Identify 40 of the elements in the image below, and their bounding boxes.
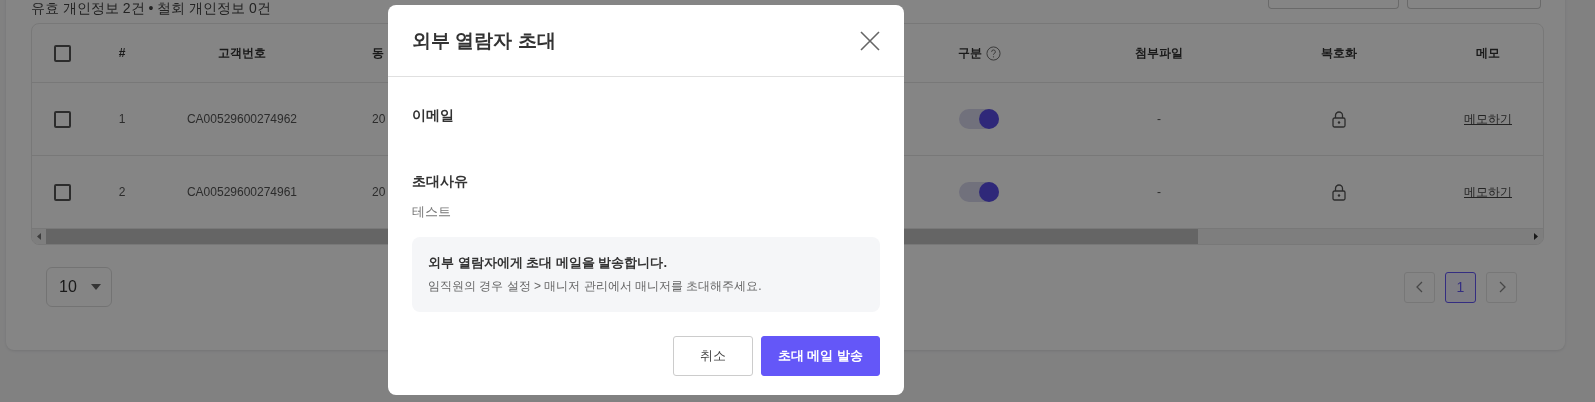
customer-number: CA00529600274962	[186, 112, 298, 126]
notice-title: 외부 열람자에게 초대 메일을 발송합니다.	[428, 254, 669, 272]
memo-link[interactable]: 메모하기	[1464, 110, 1512, 128]
page-size-select[interactable]: 10	[46, 267, 112, 307]
summary-text: 유효 개인정보 2건 • 철회 개인정보 0건	[31, 0, 271, 16]
field-label: 초대사유	[412, 173, 469, 191]
column-header: 메모	[1476, 44, 1500, 62]
lock-icon[interactable]	[1332, 183, 1346, 201]
dialog-title: 외부 열람자 초대	[412, 28, 556, 53]
table-cell: -	[1157, 112, 1161, 126]
cancel-button[interactable]: 취소	[672, 336, 753, 376]
field-value: 테스트	[412, 203, 452, 221]
table-cell: -	[1157, 185, 1161, 199]
field-label: 이메일	[412, 107, 455, 125]
row-checkbox[interactable]	[53, 110, 71, 128]
close-icon[interactable]	[860, 30, 880, 51]
page-button[interactable]: 1	[1445, 271, 1476, 303]
lock-icon[interactable]	[1332, 110, 1346, 128]
toggle-switch[interactable]	[959, 109, 999, 129]
table-cell: 20	[372, 185, 386, 199]
help-icon[interactable]	[985, 45, 1001, 61]
select-all-checkbox[interactable]	[53, 44, 71, 62]
row-number: 2	[118, 185, 126, 199]
table-cell: 20	[372, 112, 386, 126]
caret-icon	[90, 284, 101, 290]
memo-link[interactable]: 메모하기	[1464, 183, 1512, 201]
column-header: 동	[372, 45, 384, 60]
send-invite-button[interactable]: 초대 메일 발송	[760, 336, 880, 376]
notice-text: 임직원의 경우 설정 > 매니저 관리에서 매니저를 초대해주세요.	[428, 278, 763, 295]
column-header: 복호화	[1321, 44, 1357, 62]
column-header: 고객번호	[218, 44, 266, 62]
chevron-right-icon	[1497, 281, 1506, 293]
row-checkbox[interactable]	[53, 183, 71, 201]
column-header: 구분	[957, 44, 982, 62]
row-number: 1	[118, 112, 126, 126]
column-header: 첨부파일	[1135, 44, 1183, 62]
customer-number: CA00529600274961	[186, 185, 298, 199]
chevron-left-icon	[1415, 281, 1424, 293]
toggle-switch[interactable]	[959, 182, 999, 202]
column-header: #	[118, 46, 126, 60]
